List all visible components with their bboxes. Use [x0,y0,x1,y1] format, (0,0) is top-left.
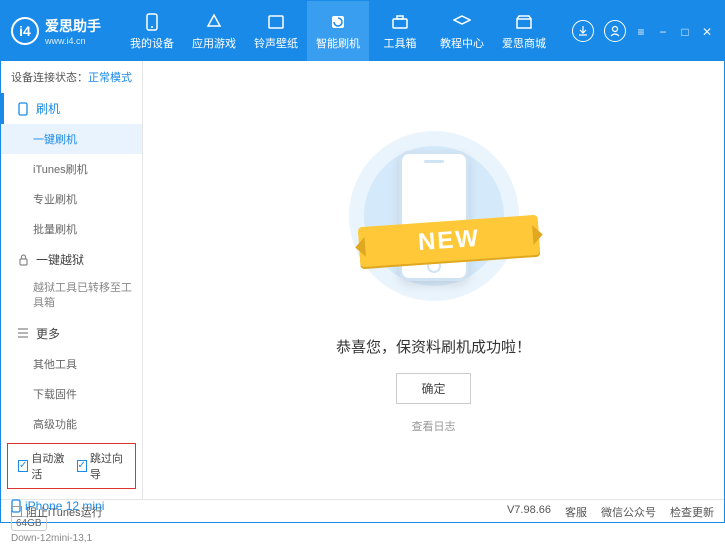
jailbreak-note: 越狱工具已转移至工具箱 [1,275,142,318]
lock-icon [16,253,30,267]
section-more[interactable]: 更多 [1,318,142,349]
success-message: 恭喜您，保资料刷机成功啦！ [336,336,531,357]
checkbox-label: 阻止iTunes运行 [26,504,103,520]
sidebar-item-oneclick-flash[interactable]: 一键刷机 [1,124,142,154]
section-flash[interactable]: 刷机 [1,93,142,124]
menu-icon [16,326,30,340]
device-status: 设备连接状态：正常模式 [1,61,142,93]
sidebar-item-itunes-flash[interactable]: iTunes刷机 [1,154,142,184]
wallpaper-icon [266,12,286,32]
logo-area: i4 爱思助手 www.i4.cn [11,16,101,46]
nav-tutorials[interactable]: 教程中心 [431,1,493,61]
status-label: 设备连接状态： [11,72,88,84]
checkbox-icon: ✓ [18,460,28,472]
sidebar-item-advanced[interactable]: 高级功能 [1,409,142,439]
nav-my-device[interactable]: 我的设备 [121,1,183,61]
download-button[interactable] [572,20,594,42]
section-label: 刷机 [36,100,60,117]
ok-button[interactable]: 确定 [396,373,470,404]
store-icon [514,12,534,32]
app-header: i4 爱思助手 www.i4.cn 我的设备 应用游戏 铃声壁纸 智能刷机 工具… [1,1,724,61]
phone-icon [142,12,162,32]
checkbox-icon: ✓ [77,460,87,472]
sidebar-item-pro-flash[interactable]: 专业刷机 [1,184,142,214]
view-log-link[interactable]: 查看日志 [412,418,456,434]
main-nav: 我的设备 应用游戏 铃声壁纸 智能刷机 工具箱 教程中心 爱思商城 [121,1,562,61]
nav-label: 教程中心 [440,35,484,51]
app-url: www.i4.cn [45,36,101,46]
checkbox-skip-guide[interactable]: ✓跳过向导 [77,450,126,482]
version-label: V7.98.66 [507,504,551,520]
checkbox-label: 自动激活 [31,450,66,482]
toolbox-icon [390,12,410,32]
nav-toolbox[interactable]: 工具箱 [369,1,431,61]
section-label: 一键越狱 [36,251,84,268]
nav-label: 智能刷机 [316,35,360,51]
nav-store[interactable]: 爱思商城 [493,1,555,61]
sidebar-item-download-firmware[interactable]: 下载固件 [1,379,142,409]
footer-link-wechat[interactable]: 微信公众号 [601,504,656,520]
options-row: ✓自动激活 ✓跳过向导 [7,443,136,489]
header-actions [572,20,626,42]
checkbox-icon [11,506,22,517]
menu-icon[interactable]: ≡ [634,25,648,39]
apps-icon [204,12,224,32]
nav-label: 我的设备 [130,35,174,51]
app-name: 爱思助手 [45,16,101,36]
main-content: NEW 恭喜您，保资料刷机成功啦！ 确定 查看日志 [143,61,724,499]
sidebar: 设备连接状态：正常模式 刷机 一键刷机 iTunes刷机 专业刷机 批量刷机 一… [1,61,143,499]
checkbox-auto-activate[interactable]: ✓自动激活 [18,450,67,482]
nav-flash[interactable]: 智能刷机 [307,1,369,61]
refresh-icon [328,12,348,32]
minimize-icon[interactable]: − [656,25,670,39]
nav-label: 铃声壁纸 [254,35,298,51]
checkbox-block-itunes[interactable]: 阻止iTunes运行 [11,504,103,520]
section-label: 更多 [36,325,60,342]
user-button[interactable] [604,20,626,42]
footer-link-update[interactable]: 检查更新 [670,504,714,520]
success-illustration: NEW [344,126,524,306]
section-jailbreak[interactable]: 一键越狱 [1,244,142,275]
nav-label: 爱思商城 [502,35,546,51]
nav-apps[interactable]: 应用游戏 [183,1,245,61]
phone-icon [16,102,30,116]
nav-label: 工具箱 [384,35,417,51]
nav-label: 应用游戏 [192,35,236,51]
footer-link-support[interactable]: 客服 [565,504,587,520]
window-controls: ≡ − □ ✕ [634,23,714,39]
status-value: 正常模式 [88,72,132,84]
sidebar-item-other-tools[interactable]: 其他工具 [1,349,142,379]
device-card[interactable]: iPhone 12 mini 64GB Down-12mini-13,1 [1,493,142,550]
logo-icon: i4 [11,17,39,45]
device-meta: Down-12mini-13,1 [11,533,132,544]
sidebar-item-batch-flash[interactable]: 批量刷机 [1,214,142,244]
close-icon[interactable]: ✕ [700,25,714,39]
grad-cap-icon [452,12,472,32]
maximize-icon[interactable]: □ [678,25,692,39]
nav-ringtones[interactable]: 铃声壁纸 [245,1,307,61]
checkbox-label: 跳过向导 [90,450,125,482]
